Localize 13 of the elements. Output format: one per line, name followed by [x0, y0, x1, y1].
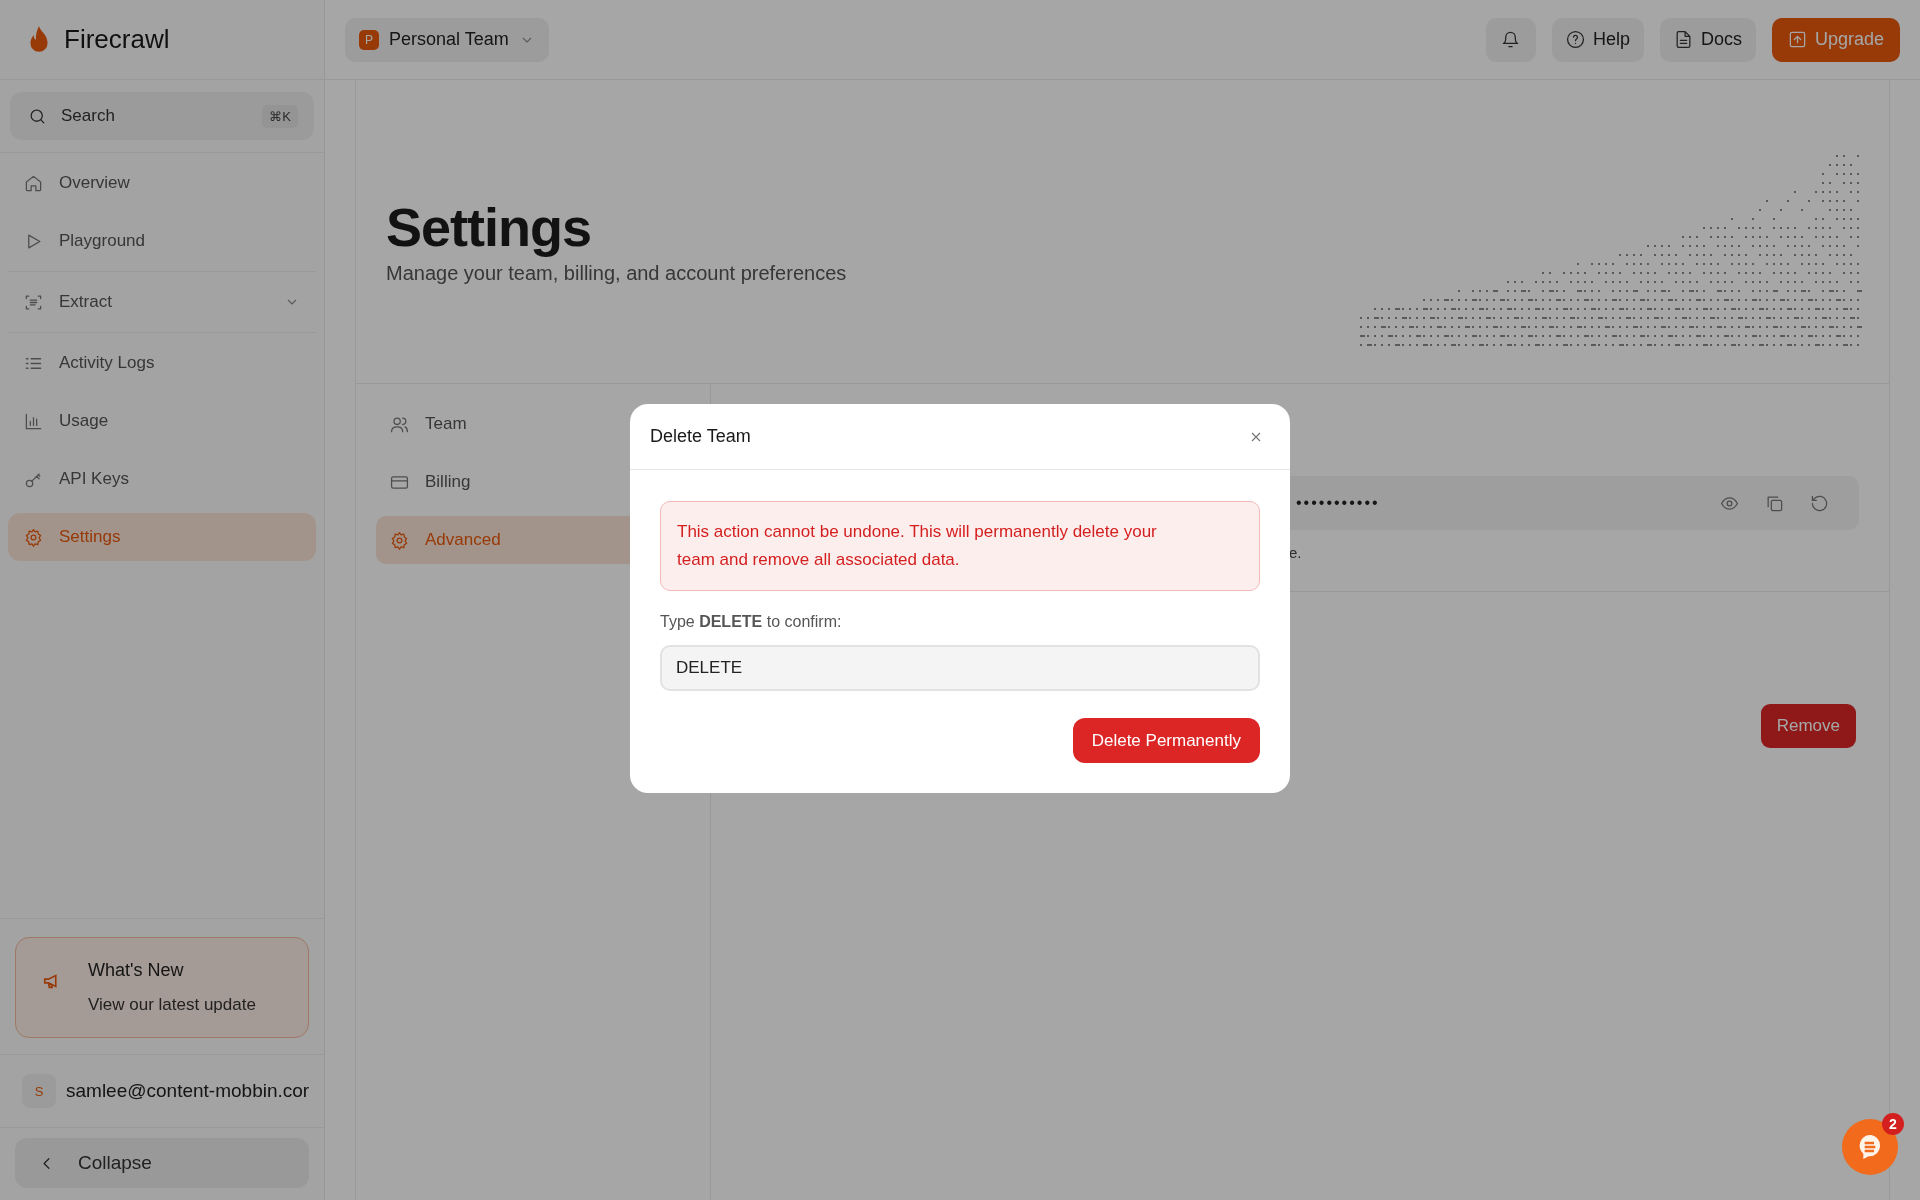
page-subtitle: Manage your team, billing, and account preferences — [386, 262, 847, 285]
team-initial-badge: P — [359, 29, 379, 50]
confirm-label: Type DELETE to confirm: — [660, 613, 843, 631]
shortcut-badge: ⌘K — [262, 104, 298, 128]
page-title: Settings — [386, 196, 593, 258]
whats-new-text: View our latest update — [88, 995, 256, 1015]
api-key-note: e. — [1289, 544, 1302, 561]
dialog-title: Delete Team — [650, 426, 751, 447]
user-email: samlee@content-mobbin.cor — [66, 1080, 310, 1102]
user-avatar: S — [22, 1074, 56, 1108]
notification-badge: 2 — [1882, 1113, 1904, 1135]
whats-new-title: What's New — [88, 960, 185, 981]
brand-name: Firecrawl — [64, 24, 170, 55]
